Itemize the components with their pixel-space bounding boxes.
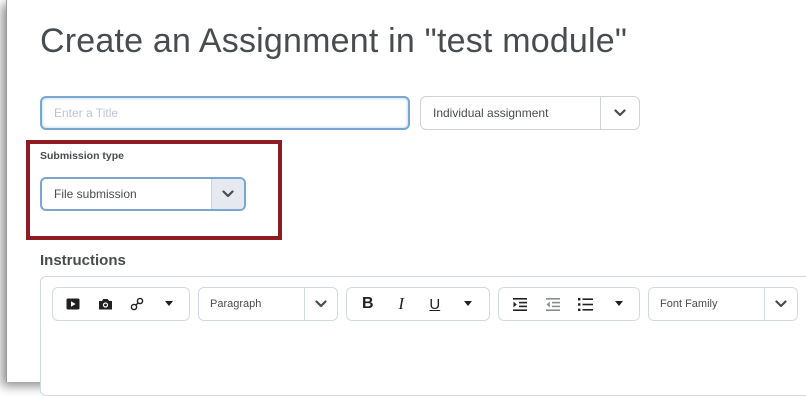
bullet-list-icon [578,297,593,311]
insert-more-button[interactable] [154,288,184,320]
more-dropdown-icon [614,301,623,306]
indent-button[interactable] [505,288,535,320]
text-format-group: B I U [346,287,490,321]
more-dropdown-icon [464,301,473,306]
insert-link-button[interactable] [122,288,152,320]
indent-icon [512,297,527,311]
instructions-label: Instructions [40,252,126,269]
font-family-dropdown-button[interactable] [764,288,797,320]
bold-button[interactable]: B [353,288,383,320]
insert-toolbar-group [52,287,190,321]
underline-button[interactable]: U [420,288,450,320]
assignment-type-dropdown-button[interactable] [600,97,639,129]
assignment-type-select[interactable]: Individual assignment [420,96,640,130]
list-more-button[interactable] [604,288,634,320]
editor-toolbar: Paragraph B I U Font Family [52,287,798,321]
font-family-value: Font Family [660,298,718,310]
chevron-down-icon [315,300,327,308]
insert-link-icon [130,297,144,311]
insert-image-button[interactable] [90,288,120,320]
chevron-down-icon [775,300,787,308]
instructions-editor[interactable]: Paragraph B I U Font Family [40,276,806,396]
outdent-button[interactable] [538,288,568,320]
list-format-group [498,287,640,321]
bullet-list-button[interactable] [571,288,601,320]
assignment-type-value: Individual assignment [433,106,549,120]
text-format-more-button[interactable] [453,288,483,320]
insert-video-button[interactable] [58,288,88,320]
more-dropdown-icon [165,301,173,306]
outdent-icon [545,297,560,311]
chevron-down-icon [614,109,626,117]
submission-type-highlight [26,140,282,240]
font-family-select[interactable]: Font Family [648,287,798,321]
block-format-dropdown-button[interactable] [304,288,337,320]
italic-button[interactable]: I [386,288,416,320]
page-title: Create an Assignment in "test module" [40,22,628,60]
insert-image-icon [98,299,112,310]
block-format-select[interactable]: Paragraph [198,287,338,321]
block-format-value: Paragraph [210,298,262,310]
title-input[interactable] [40,96,410,130]
insert-video-icon [66,298,80,310]
